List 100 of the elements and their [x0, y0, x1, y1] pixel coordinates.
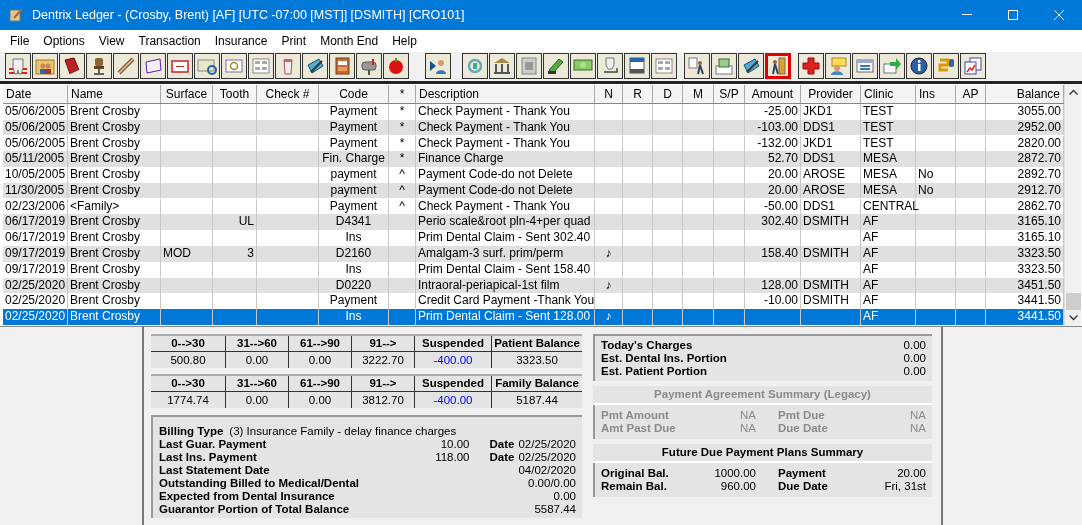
apple-tool-button[interactable] [383, 53, 409, 80]
column-header[interactable]: Description [416, 84, 595, 103]
chart-tool-button[interactable] [960, 53, 986, 80]
folder-icon [35, 56, 55, 77]
column-header[interactable]: M [683, 84, 714, 103]
table-cell: Brent Crosby [70, 135, 141, 150]
mailbox-tool-button[interactable] [356, 53, 382, 80]
cup-tool-button[interactable] [275, 53, 301, 80]
walker-icon [687, 56, 707, 77]
aging-header: 61-->90 [289, 376, 352, 392]
money-tool-button[interactable] [570, 53, 596, 80]
table-cell: 09/17/2019 [5, 245, 66, 260]
tooth-tool-button[interactable] [5, 53, 31, 80]
date-label: Date [489, 438, 515, 451]
return-tool-button[interactable] [597, 53, 623, 80]
column-header[interactable]: Ins [916, 84, 956, 103]
info-value: 0.00 [553, 490, 576, 503]
menu-item[interactable]: Help [385, 29, 424, 52]
column-header[interactable]: N [595, 84, 623, 103]
vertical-scrollbar[interactable] [1064, 83, 1081, 326]
aging-value: -400.00 [415, 352, 492, 368]
charge-label: Today's Charges [601, 339, 694, 352]
table-cell: Payment [329, 119, 378, 134]
chair-tool-button[interactable] [86, 53, 112, 80]
ledger-row[interactable]: 10/05/2005 Brent Crosby payment ^ Payment Code-do not Delete 20.00 AROSE MESA No 2892.70 [3, 167, 1064, 183]
column-header[interactable]: Surface [161, 84, 213, 103]
pen-tool-button[interactable] [738, 53, 764, 80]
table-cell: 3323.50 [1017, 245, 1061, 260]
column-header[interactable]: Check # [257, 84, 319, 103]
bank-tool-button[interactable] [489, 53, 515, 80]
table-cell: ♪ [605, 277, 612, 292]
aging-value: 500.80 [151, 352, 226, 368]
info-value: 118.00 [434, 451, 470, 464]
form-tool-button[interactable] [852, 53, 878, 80]
menu-item[interactable]: Insurance [207, 29, 275, 52]
column-header[interactable]: * [389, 84, 416, 103]
calendar-tool-button[interactable] [624, 53, 650, 80]
column-header[interactable]: S/P [714, 84, 745, 103]
menu-item[interactable]: Print [274, 29, 314, 52]
refresh-tool-button[interactable] [194, 53, 220, 80]
person-tool-button[interactable] [425, 53, 451, 80]
chart-icon [963, 56, 983, 77]
sign-tool-button[interactable] [825, 53, 851, 80]
ledger-row[interactable]: 02/25/2020 Brent Crosby Ins Prim Dental Claim - Sent 128.00 ♪ AF 3441.50 [3, 309, 1064, 325]
column-header[interactable]: Tooth [213, 84, 257, 103]
ledger-row[interactable]: 05/06/2005 Brent Crosby Payment * Check Payment - Thank You -132.00 JKD1 TEST 2820.00 [3, 135, 1064, 152]
envelope-tool-button[interactable] [711, 53, 737, 80]
table-cell: Check Payment - Thank You [418, 119, 570, 134]
column-header[interactable]: R [623, 84, 653, 103]
door-tool-button[interactable] [765, 53, 791, 80]
cycle-tool-button[interactable] [462, 53, 488, 80]
list-tool-button[interactable] [651, 53, 677, 80]
doc-tool-button[interactable] [516, 53, 542, 80]
menu-item[interactable]: View [91, 29, 132, 52]
info-label: Billing Type [159, 425, 224, 438]
table-cell: 3441.50 [1017, 293, 1061, 308]
card-tool-button[interactable] [140, 53, 166, 80]
table-cell: Brent Crosby [70, 182, 141, 197]
column-header[interactable]: Amount [745, 84, 801, 103]
cabinet-tool-button[interactable] [329, 53, 355, 80]
send-tool-button[interactable] [879, 53, 905, 80]
column-header[interactable]: Date [3, 84, 68, 103]
ledger-row[interactable]: 02/25/2020 Brent Crosby D0220 Intraoral-periapical-1st film ♪ 128.00 DSMITH AF 3451.50 [3, 277, 1064, 294]
ledger-row[interactable]: 06/17/2019 Brent Crosby Ins Prim Dental Claim - Sent 302.40 AF 3165.10 [3, 230, 1064, 246]
calendar-icon [627, 56, 647, 77]
ledger-row[interactable]: 02/23/2006 <Family> Payment ^ Check Payment - Thank You -50.00 DDS1 CENTRAL 2862.70 [3, 198, 1064, 215]
table-cell: ♪ [605, 245, 612, 260]
column-header[interactable]: Clinic [861, 84, 916, 103]
column-header[interactable]: AP [956, 84, 986, 103]
maximize-icon [1008, 9, 1018, 20]
column-header[interactable]: Code [319, 84, 389, 103]
ledger-row[interactable]: 06/17/2019 Brent Crosby UL D4341 Perio scale&root pln-4+per quad 302.40 DSMITH AF 3165.10 [3, 214, 1064, 230]
table-cell: Brent Crosby [70, 167, 141, 182]
info-tool-button[interactable] [906, 53, 932, 80]
menu-item[interactable]: Options [36, 29, 92, 52]
walker-tool-button[interactable] [684, 53, 710, 80]
cross-tool-button[interactable] [798, 53, 824, 80]
menu-item[interactable]: Transaction [131, 29, 208, 52]
column-header[interactable]: D [653, 84, 683, 103]
table-cell: MESA [863, 151, 897, 166]
table-cell: Payment Code-do not Delete [418, 167, 573, 182]
table-cell: DSMITH [803, 214, 849, 229]
column-header[interactable]: Name [68, 84, 161, 103]
list-tool-button[interactable] [248, 53, 274, 80]
scroll-thumb[interactable] [1065, 293, 1081, 310]
menu-item[interactable]: File [3, 29, 37, 52]
framed-tool-button[interactable] [167, 53, 193, 80]
refresh-icon [197, 56, 217, 77]
column-header[interactable]: Balance [986, 84, 1064, 103]
info-value: 10.00 [439, 438, 470, 451]
table-cell: Brent Crosby [70, 214, 141, 229]
pen-tool-button[interactable] [302, 53, 328, 80]
table-cell: 06/17/2019 [5, 214, 66, 229]
book-tool-button[interactable] [59, 53, 85, 80]
menu-item[interactable]: Month End [313, 29, 386, 52]
folder-tool-button[interactable] [32, 53, 58, 80]
column-header[interactable]: Provider [801, 84, 861, 103]
table-cell: 20.00 [767, 167, 798, 182]
ledger-row[interactable]: 05/11/2005 Brent Crosby Fin. Charge * Finance Charge 52.70 DDS1 MESA 2872.70 [3, 151, 1064, 167]
ledger-row[interactable]: 02/25/2020 Brent Crosby Payment Credit Card Payment -Thank You -10.00 DSMITH AF 3441.50 [3, 293, 1064, 309]
